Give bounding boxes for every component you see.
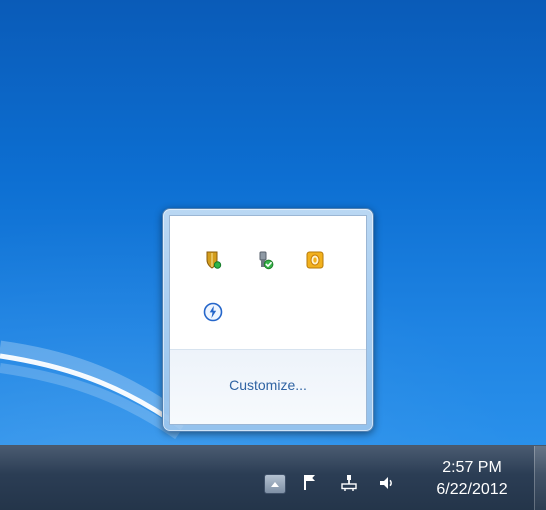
taskbar: 2:57 PM 6/22/2012 [0,445,546,510]
customize-link[interactable]: Customize... [170,377,366,393]
network-icon-graphic [341,475,357,491]
desktop-background: Customize... 2:57 PM 6/22/2012 [0,0,546,510]
show-hidden-icons-button[interactable] [264,474,286,494]
action-center-icon[interactable] [300,473,322,493]
show-desktop-button[interactable] [534,446,546,510]
hidden-tray-icons [170,216,366,352]
network-icon[interactable] [338,473,360,493]
shield-icon [206,251,222,269]
notification-area-overflow-popup: Customize... [162,208,374,432]
flag-icon [304,475,315,490]
lightning-tray-icon[interactable] [203,302,223,322]
usb-check-icon [259,251,274,270]
customize-section: Customize... [170,349,366,424]
clock-time: 2:57 PM [442,459,502,476]
popup-content: Customize... [169,215,367,425]
lightning-circle-icon [203,302,223,322]
shield-status-icon[interactable] [203,250,223,270]
outlook-logo-icon [306,251,324,269]
usb-safe-icon[interactable] [255,250,275,270]
up-arrow-icon [271,482,279,487]
speaker-icon [380,477,392,489]
clock-date: 6/22/2012 [436,481,508,498]
outlook-icon[interactable] [305,250,325,270]
volume-icon[interactable] [376,473,398,493]
clock[interactable]: 2:57 PM 6/22/2012 [426,457,518,501]
